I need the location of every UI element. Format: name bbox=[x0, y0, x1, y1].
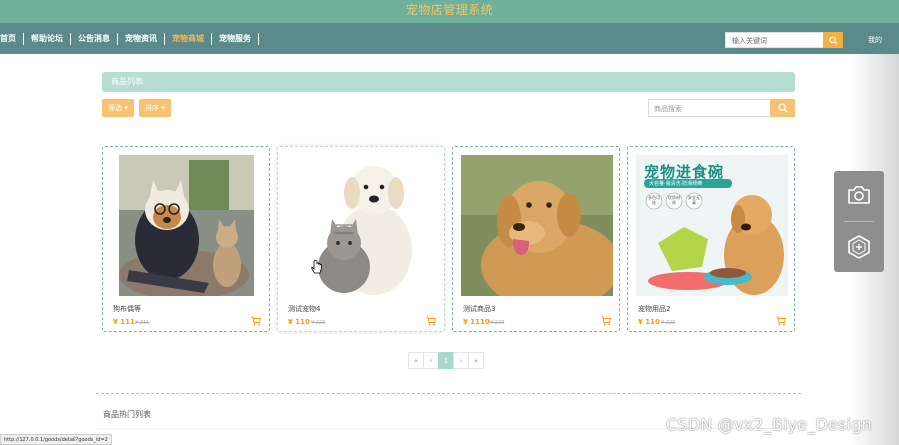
site-title: 宠物店管理系统 bbox=[405, 3, 494, 17]
product-card[interactable]: 宠物进食碗 大容量·易清洗·防滑倾倒 多色可选 优质材质 安全无毒 宠物用品2 … bbox=[627, 146, 795, 332]
search-icon bbox=[778, 103, 787, 113]
product-image-dog-glasses[interactable] bbox=[119, 155, 254, 296]
nav-items: 首页 帮助论坛 公告消息 宠物资讯 宠物商城 宠物服务 bbox=[0, 23, 259, 54]
product-name[interactable]: 测试商品3 bbox=[463, 304, 495, 314]
main-nav: 首页 帮助论坛 公告消息 宠物资讯 宠物商城 宠物服务 输入关键词 我的 bbox=[0, 23, 899, 54]
product-card[interactable]: 狗布偶等 ¥ 111 ¥ 211 bbox=[102, 146, 270, 332]
page-first-button[interactable]: « bbox=[408, 352, 424, 369]
user-menu[interactable]: 我的 bbox=[868, 35, 882, 45]
nav-search-input[interactable]: 输入关键词 bbox=[725, 32, 824, 48]
promo-badge-2: 优质材质 bbox=[668, 195, 680, 205]
cart-icon[interactable] bbox=[426, 316, 436, 326]
promo-tagline: 大容量·易清洗·防滑倾倒 bbox=[649, 181, 703, 187]
nav-item-notices[interactable]: 公告消息 bbox=[71, 32, 118, 45]
page-current-button[interactable]: 1 bbox=[438, 352, 454, 369]
mouse-cursor-icon bbox=[311, 260, 322, 274]
nav-item-home[interactable]: 首页 bbox=[0, 32, 24, 45]
nav-item-pet-news[interactable]: 宠物资讯 bbox=[118, 32, 165, 45]
camera-icon[interactable] bbox=[847, 185, 871, 205]
status-bar-url: http://127.0.0.1/goods/detail?goods_id=2 bbox=[0, 434, 112, 445]
page-prev-button[interactable]: ‹ bbox=[423, 352, 439, 369]
floating-toolbar bbox=[834, 171, 884, 272]
nav-search-button[interactable] bbox=[823, 32, 843, 48]
promo-headline: 宠物进食碗 bbox=[644, 163, 725, 181]
top-header: 宠物店管理系统 bbox=[0, 0, 899, 23]
product-card[interactable]: 测试宠物4 ¥ 110 ¥ 220 bbox=[277, 146, 445, 332]
product-price: ¥ 110 bbox=[288, 318, 310, 326]
watermark: CSDN @vx2_Biye_Design bbox=[666, 415, 872, 434]
sort-button[interactable]: 排序 ▾ bbox=[139, 99, 171, 117]
nav-item-forum[interactable]: 帮助论坛 bbox=[24, 32, 71, 45]
product-price: ¥ 111 bbox=[113, 318, 135, 326]
hot-products-title: 商品热门列表 bbox=[103, 410, 151, 419]
nav-item-pet-shop[interactable]: 宠物商城 bbox=[165, 32, 212, 45]
section-title: 商品列表 bbox=[111, 77, 143, 86]
product-list-header: 商品列表 bbox=[102, 72, 795, 92]
product-price: ¥ 1110 bbox=[463, 318, 490, 326]
toolbar-separator bbox=[844, 221, 874, 222]
product-image-golden-retriever[interactable] bbox=[461, 155, 613, 296]
product-price: ¥ 110 bbox=[638, 318, 660, 326]
product-search-input[interactable]: 商品搜索 bbox=[648, 99, 771, 117]
cart-icon[interactable] bbox=[776, 316, 786, 326]
promo-badge-3: 安全无毒 bbox=[688, 195, 700, 205]
cart-icon[interactable] bbox=[601, 316, 611, 326]
filter-button[interactable]: 筛选 ▾ bbox=[102, 99, 134, 117]
product-old-price: ¥ 220 bbox=[490, 320, 505, 326]
cart-icon[interactable] bbox=[251, 316, 261, 326]
page-next-button[interactable]: › bbox=[453, 352, 469, 369]
pagination: « ‹ 1 › » bbox=[408, 352, 484, 369]
hexagon-add-icon[interactable] bbox=[848, 235, 870, 259]
product-card[interactable]: 测试商品3 ¥ 1110 ¥ 220 bbox=[452, 146, 620, 332]
product-old-price: ¥ 211 bbox=[135, 320, 150, 326]
product-search-button[interactable] bbox=[770, 99, 795, 117]
product-image-pet-bowl-ad[interactable]: 宠物进食碗 大容量·易清洗·防滑倾倒 多色可选 优质材质 安全无毒 bbox=[636, 155, 788, 296]
product-name[interactable]: 宠物用品2 bbox=[638, 304, 670, 314]
product-old-price: ¥ 220 bbox=[311, 320, 326, 326]
product-name[interactable]: 测试宠物4 bbox=[288, 304, 320, 314]
product-name[interactable]: 狗布偶等 bbox=[113, 304, 141, 314]
search-icon bbox=[828, 35, 838, 45]
page-last-button[interactable]: » bbox=[468, 352, 484, 369]
promo-badge-1: 多色可选 bbox=[648, 195, 660, 205]
product-old-price: ¥ 220 bbox=[661, 320, 676, 326]
section-divider bbox=[96, 393, 801, 394]
nav-item-pet-services[interactable]: 宠物服务 bbox=[212, 32, 259, 45]
